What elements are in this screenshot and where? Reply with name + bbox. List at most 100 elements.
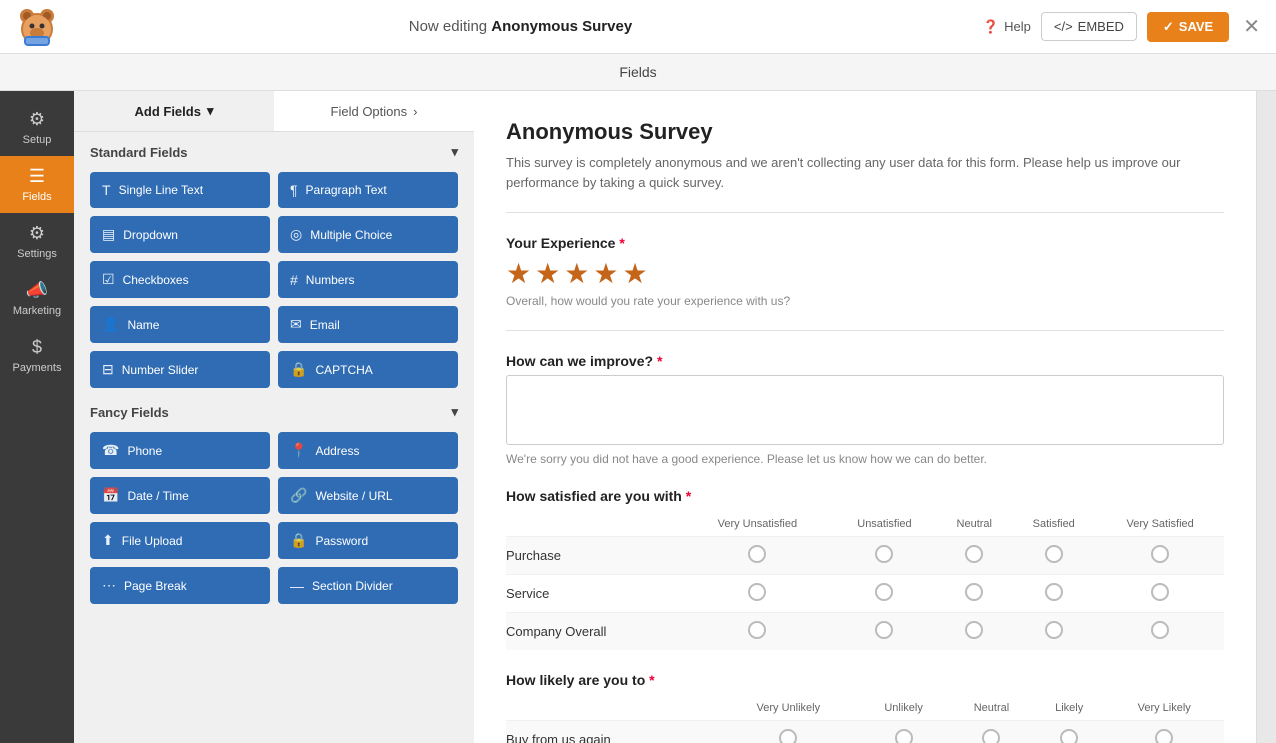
standard-fields-header[interactable]: Standard Fields ▾ (90, 144, 458, 160)
field-btn-checkboxes[interactable]: ☑ Checkboxes (90, 261, 270, 298)
number-slider-label: Number Slider (122, 363, 199, 377)
file-upload-label: File Upload (122, 534, 183, 548)
password-icon: 🔒 (290, 532, 307, 549)
star-5[interactable]: ★ (622, 257, 647, 290)
field-btn-multiple-choice[interactable]: ◎ Multiple Choice (278, 216, 458, 253)
sidebar-item-fields[interactable]: ☰ Fields (0, 156, 74, 213)
name-icon: 👤 (102, 316, 119, 333)
satisfied-row-header (506, 512, 683, 537)
chevron-down-icon: ▾ (207, 103, 214, 119)
number-slider-icon: ⊟ (102, 361, 114, 378)
save-label: SAVE (1179, 19, 1213, 34)
radio-service-3[interactable] (965, 583, 983, 601)
fields-panel: Add Fields ▾ Field Options › Standard Fi… (74, 91, 474, 743)
radio-purchase-1[interactable] (748, 545, 766, 563)
chevron-right-icon: › (413, 104, 417, 119)
star-2[interactable]: ★ (535, 257, 560, 290)
likely-col-1: Very Unlikely (718, 696, 858, 721)
radio-company-1[interactable] (748, 621, 766, 639)
radio-company-4[interactable] (1045, 621, 1063, 639)
field-btn-captcha[interactable]: 🔒 CAPTCHA (278, 351, 458, 388)
radio-purchase-2[interactable] (875, 545, 893, 563)
fancy-fields-header[interactable]: Fancy Fields ▾ (90, 404, 458, 420)
radio-company-2[interactable] (875, 621, 893, 639)
add-fields-label: Add Fields (135, 104, 201, 119)
payments-icon: $ (32, 337, 42, 358)
star-4[interactable]: ★ (593, 257, 618, 290)
radio-purchase-5[interactable] (1151, 545, 1169, 563)
field-btn-paragraph[interactable]: ¶ Paragraph Text (278, 172, 458, 208)
field-btn-name[interactable]: 👤 Name (90, 306, 270, 343)
fields-panel-tabs: Add Fields ▾ Field Options › (74, 91, 474, 132)
payments-label: Payments (13, 362, 62, 374)
experience-required: * (619, 235, 624, 251)
likely-matrix: Very Unlikely Unlikely Neutral Likely Ve… (506, 696, 1224, 743)
field-btn-numbers[interactable]: # Numbers (278, 261, 458, 298)
field-options-label: Field Options (331, 104, 408, 119)
captcha-label: CAPTCHA (315, 363, 372, 377)
satisfied-label: How satisfied are you with * (506, 488, 1224, 504)
close-button[interactable]: ✕ (1243, 14, 1260, 39)
tab-field-options[interactable]: Field Options › (274, 91, 474, 131)
field-btn-file-upload[interactable]: ⬆ File Upload (90, 522, 270, 559)
likely-col-2: Unlikely (858, 696, 949, 721)
field-btn-password[interactable]: 🔒 Password (278, 522, 458, 559)
star-rating[interactable]: ★ ★ ★ ★ ★ (506, 257, 1224, 290)
radio-company-5[interactable] (1151, 621, 1169, 639)
field-btn-number-slider[interactable]: ⊟ Number Slider (90, 351, 270, 388)
radio-purchase-3[interactable] (965, 545, 983, 563)
radio-buy-3[interactable] (982, 729, 1000, 743)
satisfied-col-2: Unsatisfied (832, 512, 938, 537)
radio-purchase-4[interactable] (1045, 545, 1063, 563)
improve-textarea[interactable] (506, 375, 1224, 445)
header-center: Now editing Anonymous Survey (409, 18, 632, 35)
improve-section: How can we improve? * We're sorry you di… (506, 353, 1224, 466)
field-btn-section-divider[interactable]: — Section Divider (278, 567, 458, 604)
name-label: Name (127, 318, 159, 332)
phone-icon: ☎ (102, 442, 119, 459)
setup-icon: ⚙ (29, 109, 45, 130)
save-button[interactable]: ✓ SAVE (1147, 12, 1229, 42)
sidebar-item-marketing[interactable]: 📣 Marketing (0, 270, 74, 327)
help-button[interactable]: ❓ Help (983, 19, 1031, 35)
radio-service-2[interactable] (875, 583, 893, 601)
survey-title: Anonymous Survey (506, 119, 1224, 145)
survey-preview: Anonymous Survey This survey is complete… (474, 91, 1256, 743)
satisfied-matrix: Very Unsatisfied Unsatisfied Neutral Sat… (506, 512, 1224, 650)
field-btn-datetime[interactable]: 📅 Date / Time (90, 477, 270, 514)
radio-buy-2[interactable] (895, 729, 913, 743)
star-1[interactable]: ★ (506, 257, 531, 290)
radio-service-1[interactable] (748, 583, 766, 601)
field-btn-website[interactable]: 🔗 Website / URL (278, 477, 458, 514)
likely-label: How likely are you to * (506, 672, 1224, 688)
phone-label: Phone (127, 444, 162, 458)
sidebar-item-payments[interactable]: $ Payments (0, 327, 74, 384)
likely-col-5: Very Likely (1104, 696, 1224, 721)
radio-service-4[interactable] (1045, 583, 1063, 601)
sidebar-item-setup[interactable]: ⚙ Setup (0, 99, 74, 156)
section-divider-label: Section Divider (312, 579, 393, 593)
radio-service-5[interactable] (1151, 583, 1169, 601)
likely-col-4: Likely (1034, 696, 1105, 721)
field-btn-dropdown[interactable]: ▤ Dropdown (90, 216, 270, 253)
logo-bear (16, 6, 58, 48)
section-divider-icon: — (290, 578, 304, 594)
field-btn-phone[interactable]: ☎ Phone (90, 432, 270, 469)
likely-section: How likely are you to * Very Unlikely Un… (506, 672, 1224, 743)
radio-company-3[interactable] (965, 621, 983, 639)
field-btn-page-break[interactable]: ⋯ Page Break (90, 567, 270, 604)
tab-add-fields[interactable]: Add Fields ▾ (74, 91, 274, 131)
star-3[interactable]: ★ (564, 257, 589, 290)
embed-button[interactable]: </> EMBED (1041, 12, 1137, 41)
multiple-choice-icon: ◎ (290, 226, 302, 243)
field-btn-single-line[interactable]: T Single Line Text (90, 172, 270, 208)
likely-col-3: Neutral (949, 696, 1034, 721)
radio-buy-5[interactable] (1155, 729, 1173, 743)
radio-buy-1[interactable] (779, 729, 797, 743)
field-btn-email[interactable]: ✉ Email (278, 306, 458, 343)
satisfied-row-purchase: Purchase (506, 537, 683, 575)
marketing-label: Marketing (13, 305, 61, 317)
field-btn-address[interactable]: 📍 Address (278, 432, 458, 469)
radio-buy-4[interactable] (1060, 729, 1078, 743)
sidebar-item-settings[interactable]: ⚙ Settings (0, 213, 74, 270)
